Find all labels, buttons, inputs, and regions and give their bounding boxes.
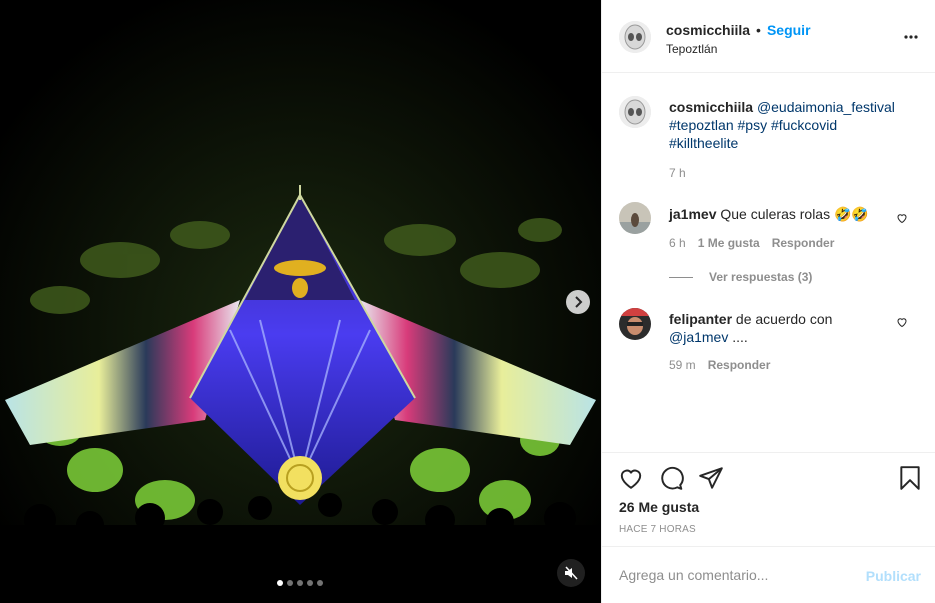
view-replies-button[interactable]: Ver respuestas (3) (669, 270, 812, 284)
comment-timestamp: 6 h (669, 236, 686, 250)
reply-button[interactable]: Responder (772, 236, 835, 250)
post-location[interactable]: Tepoztlán (666, 42, 717, 56)
hashtag[interactable]: #killtheelite (669, 135, 738, 151)
speaker-muted-icon (565, 566, 578, 580)
carousel-dot (307, 580, 313, 586)
view-replies-label: Ver respuestas (3) (709, 270, 813, 284)
add-comment-bar: Publicar (602, 546, 935, 603)
mute-toggle-button[interactable] (557, 559, 585, 587)
author-username[interactable]: cosmicchiila (666, 22, 750, 38)
instagram-post-modal: cosmicchiila • Seguir Tepoztlán cosmicch… (0, 0, 935, 603)
follow-separator: • (756, 22, 761, 38)
follow-button[interactable]: Seguir (767, 22, 811, 38)
comment-tail: .... (732, 329, 748, 345)
comment-author[interactable]: ja1mev (669, 206, 716, 222)
post-header: cosmicchiila • Seguir Tepoztlán (602, 0, 935, 73)
caption-author[interactable]: cosmicchiila (669, 99, 753, 115)
more-horizontal-icon (904, 35, 918, 39)
next-slide-button[interactable] (566, 290, 590, 314)
user-photo-icon (619, 202, 651, 234)
chevron-right-icon (575, 296, 583, 308)
paper-plane-icon[interactable] (698, 465, 724, 491)
post-video-frame (0, 0, 601, 603)
comment-like-heart-icon[interactable] (896, 316, 908, 328)
carousel-dot (287, 580, 293, 586)
user-photo-icon (619, 308, 651, 340)
likes-count[interactable]: 26 Me gusta (619, 499, 699, 515)
heart-icon[interactable] (618, 465, 644, 491)
carousel-indicator (277, 580, 323, 586)
more-options-button[interactable] (903, 30, 919, 42)
comments-list: cosmicchiila @eudaimonia_festival #tepoz… (602, 74, 935, 452)
post-media[interactable] (0, 0, 601, 603)
post-actions: 26 Me gusta HACE 7 HORAS (602, 452, 935, 546)
post-time-ago: HACE 7 HORAS (619, 524, 696, 535)
hashtag[interactable]: #psy (738, 117, 768, 133)
comment-timestamp: 59 m (669, 358, 696, 372)
comment-input[interactable] (619, 565, 859, 585)
carousel-dot (317, 580, 323, 586)
caption-mention[interactable]: @eudaimonia_festival (757, 99, 895, 115)
reply-button[interactable]: Responder (708, 358, 771, 372)
comment-body: Que culeras rolas 🤣🤣 (720, 206, 869, 222)
caption-author-avatar[interactable] (619, 96, 651, 128)
carousel-dot (297, 580, 303, 586)
publish-button[interactable]: Publicar (866, 568, 921, 584)
hashtag[interactable]: #tepoztlan (669, 117, 734, 133)
author-avatar[interactable] (619, 21, 651, 53)
comment-meta: 6 h 1 Me gusta Responder (669, 236, 834, 250)
commenter-avatar[interactable] (619, 308, 651, 340)
caption-text: cosmicchiila @eudaimonia_festival #tepoz… (669, 98, 909, 152)
hashtag[interactable]: #fuckcovid (771, 117, 837, 133)
comment-text: felipanter de acuerdo con @ja1mev .... (669, 310, 889, 346)
comment-body: de acuerdo con (735, 311, 833, 327)
comment-text: ja1mev Que culeras rolas 🤣🤣 (669, 205, 889, 223)
speech-bubble-icon[interactable] (658, 465, 684, 491)
comment-like-heart-icon[interactable] (896, 212, 908, 224)
alien-avatar-icon (619, 96, 651, 128)
carousel-dot (277, 580, 283, 586)
bookmark-icon[interactable] (897, 465, 923, 491)
caption-timestamp: 7 h (669, 166, 686, 180)
replies-divider (669, 276, 693, 278)
comment-likes[interactable]: 1 Me gusta (698, 236, 760, 250)
post-sidebar: cosmicchiila • Seguir Tepoztlán cosmicch… (601, 0, 935, 603)
header-title-row: cosmicchiila • Seguir (666, 22, 811, 38)
comment-meta: 59 m Responder (669, 358, 770, 372)
comment-mention[interactable]: @ja1mev (669, 329, 728, 345)
alien-avatar-icon (619, 21, 651, 53)
commenter-avatar[interactable] (619, 202, 651, 234)
comment-author[interactable]: felipanter (669, 311, 732, 327)
